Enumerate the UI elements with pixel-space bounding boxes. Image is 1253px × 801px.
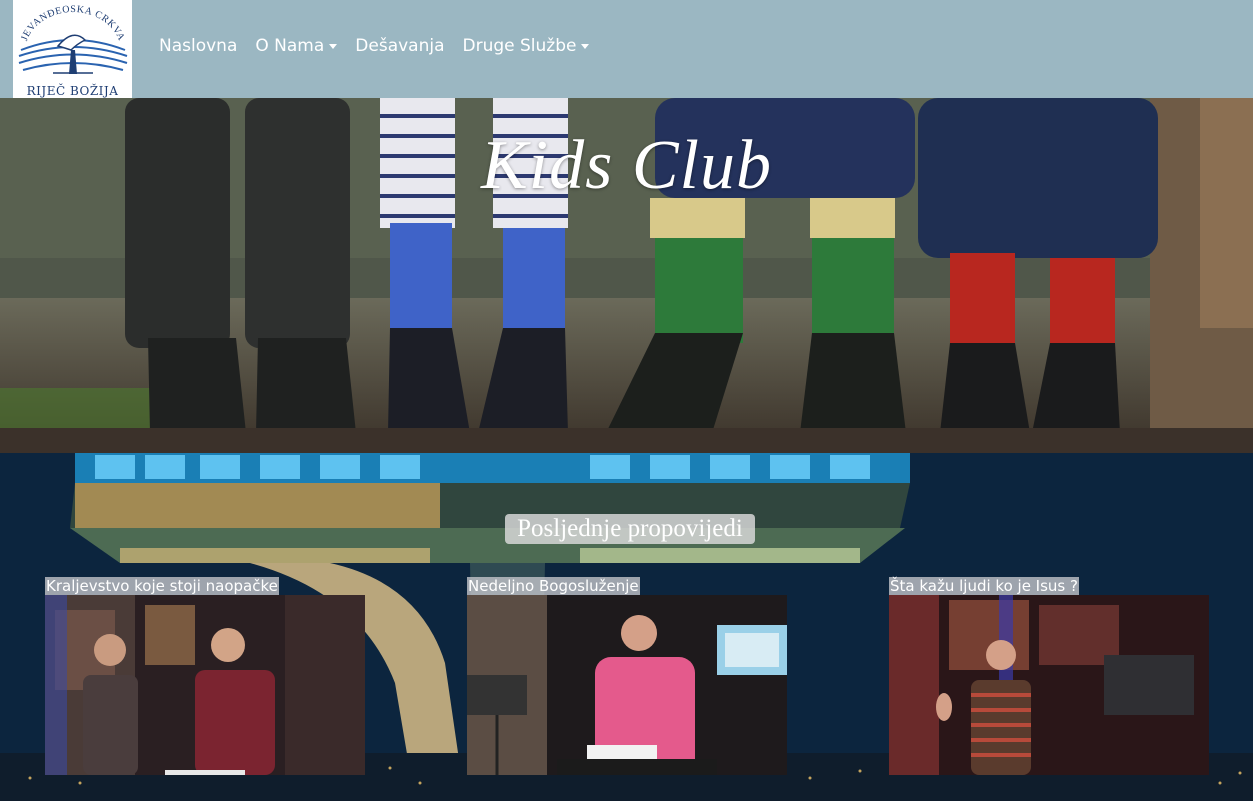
nav-item-druge-sluzbe[interactable]: Druge Službe bbox=[463, 36, 590, 56]
sermon-video-thumbnail[interactable] bbox=[889, 595, 1209, 775]
church-logo[interactable]: JEVANĐEOSKA CRKVA RIJEČ BOŽIJA bbox=[13, 0, 132, 98]
nav-item-o-nama[interactable]: O Nama bbox=[255, 36, 338, 56]
sermon-card[interactable]: Kraljevstvo koje stoji naopačke bbox=[45, 576, 365, 775]
sermon-card[interactable]: Šta kažu ljudi ko je Isus ? bbox=[889, 576, 1209, 775]
hero-title: Kids Club bbox=[480, 127, 773, 204]
latest-sermons-section: Posljednje propovijedi Kraljevstvo koje … bbox=[0, 453, 1253, 801]
nav-item-naslovna[interactable]: Naslovna bbox=[159, 36, 237, 56]
sermon-card[interactable]: Nedeljno Bogosluženje bbox=[467, 576, 787, 775]
video-thumbnail-image bbox=[467, 595, 787, 775]
caret-down-icon bbox=[581, 44, 590, 49]
hero-banner: Kids Club bbox=[0, 98, 1253, 453]
nav-item-label: O Nama bbox=[255, 36, 325, 56]
nav-item-label: Druge Službe bbox=[462, 36, 577, 56]
nav-item-label: Dešavanja bbox=[355, 36, 445, 56]
section-title: Posljednje propovijedi bbox=[505, 514, 755, 544]
nav-item-desavanja[interactable]: Dešavanja bbox=[355, 36, 444, 56]
video-thumbnail-image bbox=[45, 595, 365, 775]
sermon-title[interactable]: Nedeljno Bogosluženje bbox=[467, 577, 640, 595]
logo-bottom-text: RIJEČ BOŽIJA bbox=[26, 84, 119, 98]
navbar: JEVANĐEOSKA CRKVA RIJEČ BOŽIJA Naslovna … bbox=[0, 0, 1253, 98]
video-thumbnail-image bbox=[889, 595, 1209, 775]
main-nav: Naslovna O Nama Dešavanja Druge Službe bbox=[159, 36, 607, 56]
nav-item-label: Naslovna bbox=[159, 36, 238, 56]
sermon-video-thumbnail[interactable] bbox=[467, 595, 787, 775]
caret-down-icon bbox=[329, 44, 338, 49]
sermon-title[interactable]: Kraljevstvo koje stoji naopačke bbox=[45, 577, 279, 595]
sermon-title[interactable]: Šta kažu ljudi ko je Isus ? bbox=[889, 577, 1079, 595]
sermon-video-thumbnail[interactable] bbox=[45, 595, 365, 775]
